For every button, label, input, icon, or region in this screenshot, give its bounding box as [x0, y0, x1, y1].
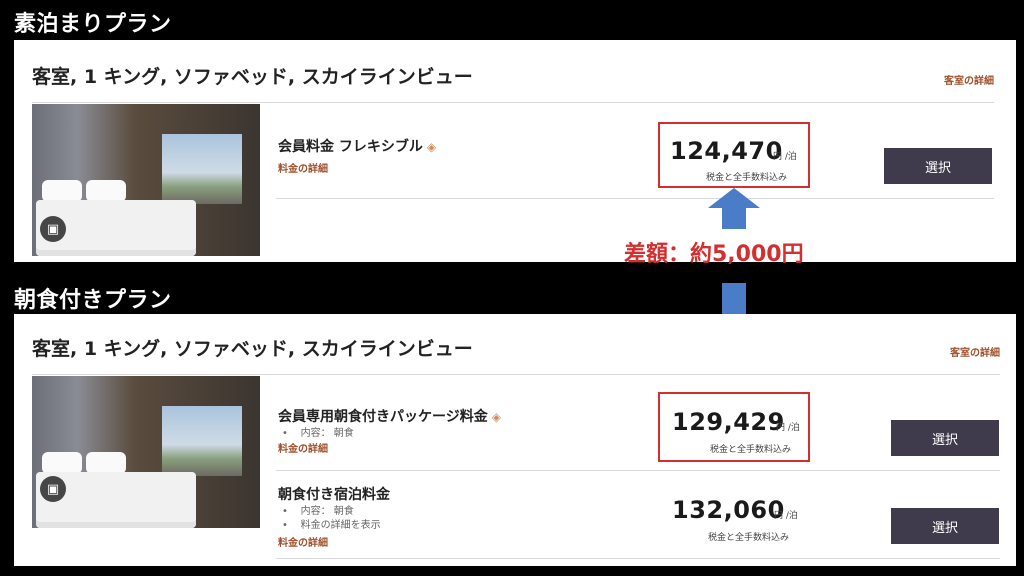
price-tag-icon: ◈ — [426, 140, 437, 154]
tax-note: 税金と全手数料込み — [708, 533, 790, 543]
price-unit: 円 /泊 — [774, 511, 798, 521]
room-title: 客室, 1 キング, ソファベッド, スカイラインビュー — [32, 66, 473, 88]
divider — [276, 198, 994, 199]
divider — [32, 374, 1000, 375]
price-value: 124,470 — [670, 137, 783, 165]
divider — [32, 102, 994, 103]
rate-inclusion: • 内容： 朝食 — [282, 506, 354, 517]
price-highlight-box: 129,429 円 /泊 税金と全手数料込み — [658, 392, 810, 462]
price-value: 132,060 — [672, 496, 785, 524]
select-button[interactable]: 選択 — [884, 148, 992, 184]
room-photo[interactable]: ▣ — [32, 376, 260, 528]
rate-details-link[interactable]: 料金の詳細 — [278, 440, 328, 455]
rate-name: 朝食付き宿泊料金 — [278, 487, 390, 503]
price-difference-label: 差額：約5,000円 — [624, 242, 804, 267]
room-title: 客室, 1 キング, ソファベッド, スカイラインビュー — [32, 338, 473, 360]
price-unit: 円 /泊 — [776, 423, 800, 433]
price-unit: 円 /泊 — [773, 152, 797, 162]
tax-note: 税金と全手数料込み — [706, 173, 788, 183]
gallery-icon[interactable]: ▣ — [40, 216, 66, 242]
rate-details-link[interactable]: 料金の詳細 — [278, 534, 328, 549]
breakfast-plan-heading: 朝食付きプラン — [14, 288, 172, 313]
rate-details-link[interactable]: 料金の詳細 — [278, 160, 328, 175]
arrow-up-icon — [708, 188, 760, 208]
room-only-plan-heading: 素泊まりプラン — [14, 12, 172, 37]
rate-inclusion: • 料金の詳細を表示 — [282, 520, 381, 531]
select-button[interactable]: 選択 — [891, 420, 999, 456]
arrow-up-shaft — [722, 207, 746, 229]
room-details-link[interactable]: 客室の詳細 — [950, 344, 1000, 359]
divider — [276, 470, 1000, 471]
rate-name: 会員料金 フレキシブル ◈ — [278, 139, 437, 155]
rate-name: 会員専用朝食付きパッケージ料金 ◈ — [278, 409, 501, 425]
price-value: 129,429 — [672, 408, 785, 436]
breakfast-panel: 客室, 1 キング, ソファベッド, スカイラインビュー 客室の詳細 ▣ 会員専… — [14, 314, 1016, 566]
price-tag-icon: ◈ — [491, 410, 501, 424]
tax-note: 税金と全手数料込み — [710, 445, 792, 455]
gallery-icon[interactable]: ▣ — [40, 476, 66, 502]
room-details-link[interactable]: 客室の詳細 — [944, 72, 994, 87]
room-photo[interactable]: ▣ — [32, 104, 260, 256]
room-only-panel: 客室, 1 キング, ソファベッド, スカイラインビュー 客室の詳細 ▣ 会員料… — [14, 40, 1016, 262]
divider — [276, 558, 1000, 559]
select-button[interactable]: 選択 — [891, 508, 999, 544]
price-highlight-box: 124,470 円 /泊 税金と全手数料込み — [658, 122, 810, 188]
rate-inclusion: • 内容： 朝食 — [282, 428, 354, 439]
